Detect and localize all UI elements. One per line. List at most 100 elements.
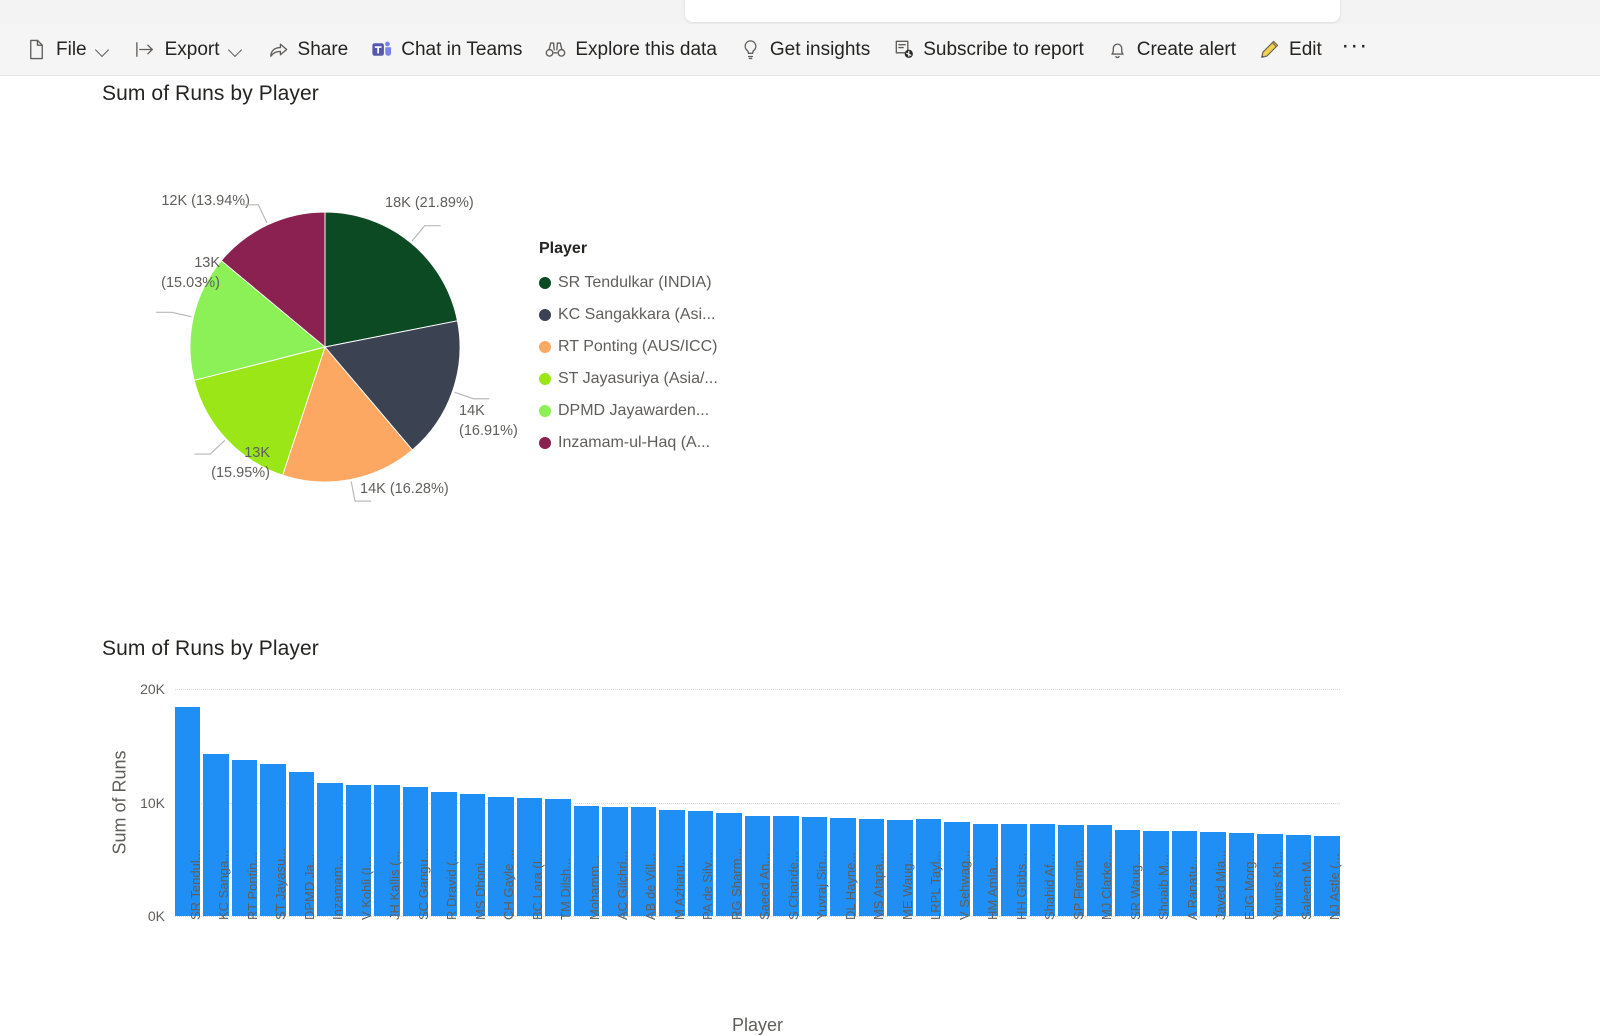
bar-y-axis-tick-label: 20K <box>140 681 165 697</box>
bar-x-axis-label-text: ST Jayasu... <box>273 847 289 920</box>
pie-data-label: 13K (15.03%) <box>161 255 220 291</box>
bell-icon <box>1106 38 1129 61</box>
bar-x-axis-label-text: LRPL Tayl... <box>928 850 944 920</box>
command-overflow-button[interactable]: ··· <box>1333 31 1377 69</box>
bar-x-axis-label: TM Dilsh... <box>545 858 573 1010</box>
pie-chart-visual[interactable]: Sum of Runs by Player 18K (21.89%) 14K (16… <box>102 82 782 602</box>
binoculars-icon <box>544 38 567 61</box>
top-background-strip <box>0 0 1600 24</box>
pie-data-label: 14K (16.91%) <box>459 403 518 439</box>
legend-color-swatch <box>539 309 551 321</box>
bar-chart-title: Sum of Runs by Player <box>102 637 319 660</box>
bar-x-axis-label-text: Javed Mia... <box>1213 849 1229 920</box>
legend-item-label: ST Jayasuriya (Asia/... <box>558 370 718 387</box>
chevron-down-icon[interactable] <box>227 41 245 59</box>
report-command-bar: File Export Share Chat in Teams Explore this… <box>0 24 1600 76</box>
bar-x-axis-label: LRPL Tayl... <box>916 851 943 1010</box>
command-chat-teams[interactable]: Chat in Teams <box>359 31 533 69</box>
legend-item[interactable]: RT Ponting (AUS/ICC) <box>539 331 779 363</box>
bar-x-axis-label: SR Waug... <box>1115 854 1143 1010</box>
bar-x-axis-label-text: A Ranatu... <box>1184 855 1200 920</box>
legend-item[interactable]: KC Sangakkara (Asi... <box>539 299 779 331</box>
bar-x-axis-label: V Kohli (I... <box>346 856 374 1010</box>
bar-x-axis-label-text: MS Atapa... <box>871 852 887 920</box>
command-file[interactable]: File <box>14 31 123 69</box>
pie-chart-title: Sum of Runs by Player <box>102 82 319 105</box>
bar-x-axis-label: MS Atapa... <box>859 853 886 1010</box>
command-insights[interactable]: Get insights <box>728 31 881 69</box>
bar-x-axis-label: AC Gilchri... <box>602 851 630 1010</box>
bar-x-axis-label: BC Lara (I... <box>517 850 545 1010</box>
bar-y-axis-tick-label: 0K <box>147 908 165 924</box>
teams-icon <box>370 38 393 61</box>
bar-x-axis-label: CH Gayle ... <box>488 849 516 1010</box>
command-share-label: Share <box>297 39 349 60</box>
bar-x-axis-label: HH Gibbs... <box>1001 853 1029 1010</box>
bar-x-axis-title: Player <box>731 1015 784 1035</box>
command-export[interactable]: Export <box>123 31 256 69</box>
bar-x-axis-label: Mohamm... <box>574 855 602 1010</box>
bar-x-axis-label: JH Kallis (... <box>374 851 402 1010</box>
bar-x-axis-label: RG Sharm... <box>716 848 744 1010</box>
command-alert[interactable]: Create alert <box>1095 31 1247 69</box>
command-edit[interactable]: Edit <box>1247 31 1333 69</box>
legend-item[interactable]: Inzamam-ul-Haq (A... <box>539 427 779 459</box>
bar-x-axis-label-text: BC Lara (I... <box>529 849 545 920</box>
bar-x-axis-label: DPMD Ja... <box>289 854 317 1010</box>
legend-item-label: DPMD Jayawarden... <box>558 402 710 419</box>
bar-x-axis-label-text: KC Sanga... <box>216 849 232 920</box>
bar-x-axis-label-text: HM Amla... <box>985 856 1001 920</box>
chevron-down-icon[interactable] <box>94 41 112 59</box>
command-insights-label: Get insights <box>769 39 871 60</box>
bar-x-axis-label: V Sehwag... <box>944 850 972 1010</box>
legend-item[interactable]: ST Jayasuriya (Asia/... <box>539 363 779 395</box>
bar-x-axis-label: SC Gangu... <box>403 848 431 1010</box>
legend-color-swatch <box>539 277 551 289</box>
legend-item-list[interactable]: SR Tendulkar (INDIA) KC Sangakkara (Asi..… <box>539 267 779 459</box>
bar-x-axis-label-text: R Dravid (... <box>444 850 460 920</box>
export-icon <box>134 38 157 61</box>
bar-x-axis-label: HM Amla... <box>973 856 1000 1010</box>
command-explore[interactable]: Explore this data <box>533 31 728 69</box>
bar-x-axis-label: EJG Morg... <box>1229 851 1257 1010</box>
bar-x-axis-label: Inzamam... <box>317 856 345 1010</box>
bar-x-axis-label-text: SR Waug... <box>1127 854 1143 920</box>
command-share[interactable]: Share <box>256 31 360 69</box>
command-subscribe[interactable]: Subscribe to report <box>881 31 1095 69</box>
report-canvas: Sum of Runs by Player 18K (21.89%) 14K (16… <box>0 77 1600 1035</box>
legend-color-swatch <box>539 373 551 385</box>
legend-item[interactable]: DPMD Jayawarden... <box>539 395 779 427</box>
bar-x-axis-label: DL Hayne... <box>830 852 858 1010</box>
legend-item-label: Inzamam-ul-Haq (A... <box>558 434 711 451</box>
lightbulb-icon <box>739 38 762 61</box>
legend-item[interactable]: SR Tendulkar (INDIA) <box>539 267 779 299</box>
legend-color-swatch <box>539 437 551 449</box>
pie-svg[interactable] <box>190 212 460 482</box>
bar-x-axis-label: A Ranatu... <box>1172 856 1200 1010</box>
bar-x-axis-label-text: DPMD Ja... <box>301 853 317 920</box>
document-icon <box>25 38 48 61</box>
pencil-icon <box>1258 38 1281 61</box>
bar-x-axis-label-text: Yuvraj Sin... <box>814 850 830 920</box>
legend-item-label: SR Tendulkar (INDIA) <box>558 274 712 291</box>
bar-x-axis-label-text: S Chande... <box>785 851 801 920</box>
pie-chart-plot[interactable] <box>190 212 460 482</box>
bar-x-axis-label-text: MS Dhoni... <box>472 852 488 920</box>
bar-chart-visual[interactable]: Sum of Runs by Player Sum of Runs 0K 10K 2… <box>102 637 1342 1035</box>
bar-x-axis-label-text: NJ Astle (... <box>1327 853 1343 920</box>
bar-x-axis-label: KC Sanga... <box>203 850 231 1010</box>
bar-x-axis-label: SR Tendul... <box>175 849 203 1010</box>
subscribe-icon <box>892 38 915 61</box>
bar-y-axis-tick-label: 10K <box>140 794 165 811</box>
bar-x-axis-label: MS Dhoni... <box>460 852 488 1010</box>
pie-legend[interactable]: Player SR Tendulkar (INDIA) KC Sangakkara… <box>539 240 779 459</box>
bar-x-axis-label-text: DL Hayne... <box>842 851 858 920</box>
bar-x-axis-labels: SR Tendul... KC Sanga... RT Pontin... ST Ja… <box>175 848 1342 1010</box>
bar-x-axis-label-text: TM Dilsh... <box>558 857 574 920</box>
bar-x-axis-label-text: ME Waug... <box>899 852 915 920</box>
bar-x-axis-label: Javed Mia... <box>1200 850 1228 1010</box>
command-chat-teams-label: Chat in Teams <box>401 39 523 60</box>
bar-x-axis-label-text: Saeed An... <box>757 852 773 920</box>
bar-x-axis-label-text: AB de Vill... <box>643 853 659 920</box>
command-subscribe-label: Subscribe to report <box>923 39 1084 60</box>
